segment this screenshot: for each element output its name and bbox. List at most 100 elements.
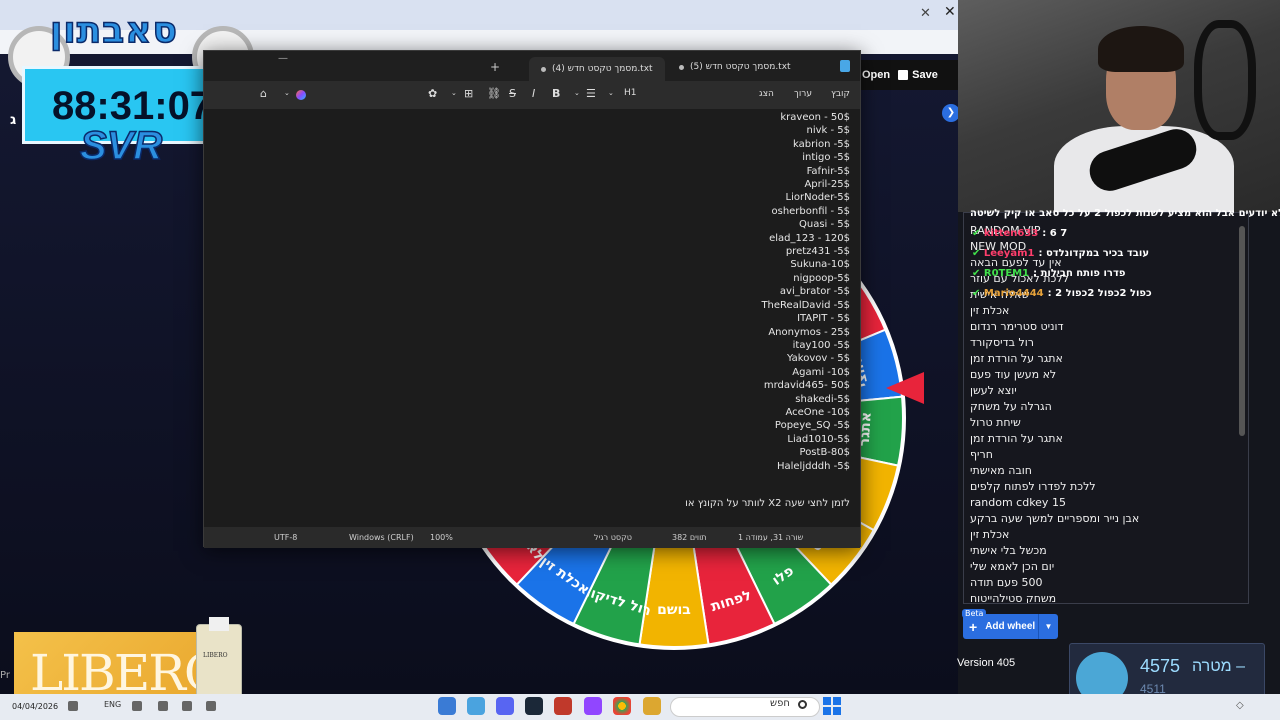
file-explorer-icon[interactable] — [643, 697, 661, 715]
wheel-entry[interactable]: חובה מאישתי — [970, 463, 1139, 479]
wheel-entry[interactable]: מכשל בלי אישתי — [970, 543, 1139, 559]
donation-list: kraveon - 50$ nivk - 5$ kabrion -5$ intigo … — [761, 111, 850, 473]
chat-username: Mario4444 — [983, 288, 1044, 299]
minimize-icon[interactable]: — — [278, 53, 288, 64]
network-icon[interactable] — [158, 701, 168, 711]
wifi-icon[interactable] — [68, 701, 78, 711]
format-clear-icon[interactable]: ✿ — [428, 87, 437, 100]
wheel-entry[interactable]: 500 פעם תודה — [970, 575, 1139, 591]
wheel-entry[interactable]: רול בדיסקורד — [970, 335, 1139, 351]
donation-line: avi_brator -5$ — [779, 286, 850, 298]
goal-label: מטרה – — [1192, 658, 1245, 675]
taskbar-search-placeholder: חפש — [770, 698, 790, 709]
scrollbar[interactable] — [1238, 214, 1246, 600]
wheel-entry[interactable]: ללכת לפדרו לפתוח קלפים — [970, 479, 1139, 495]
donation-line: intigo -5$ — [802, 152, 850, 164]
donation-line: Quasi - 5$ — [798, 219, 850, 231]
status-format: טקסט רגיל — [594, 533, 632, 542]
notepad-tab[interactable]: מסמך טקסט חדש (5).txt — [679, 57, 791, 77]
search-icon — [798, 700, 807, 709]
copilot-icon[interactable] — [296, 90, 306, 100]
wheel-entry[interactable]: דוניט סטרימר רנדום — [970, 319, 1139, 335]
save-icon — [898, 70, 909, 80]
chrome-icon[interactable] — [613, 697, 631, 715]
window-close-icon[interactable]: ✕ — [944, 4, 956, 20]
list-icon[interactable]: ☰ — [586, 87, 596, 100]
donation-line: nivk - 5$ — [806, 125, 850, 137]
bold-icon[interactable]: B — [552, 87, 560, 100]
version-label: Version 405 — [957, 657, 1016, 669]
wheel-topbar: Open Save — [858, 60, 958, 90]
donation-line: April-25$ — [804, 179, 850, 191]
wheel-entry[interactable]: משחק סטילהייטוח — [970, 591, 1139, 603]
notepad-tab-label: מסמך טקסט חדש (4).txt — [552, 64, 653, 74]
discord-icon[interactable] — [496, 697, 514, 715]
chat-text: : עובד בכיר במקדונלדס — [1038, 248, 1149, 259]
language-indicator[interactable]: ENG — [104, 700, 121, 709]
calculator-icon[interactable] — [438, 697, 456, 715]
wheel-entry[interactable]: אכלת זין — [970, 303, 1139, 319]
windows-start-icon[interactable] — [823, 697, 841, 715]
open-button[interactable]: Open — [862, 69, 890, 81]
status-zoom[interactable]: 100% — [430, 533, 453, 542]
notepad-tab-active[interactable]: מסמך טקסט חדש (4).txt — [529, 57, 665, 81]
wheel-entry[interactable]: לא מעשן עוד פעם — [970, 367, 1139, 383]
wheel-entry[interactable]: יום הכן לאמא שלי — [970, 559, 1139, 575]
donation-line: mrdavid465- 50$ — [763, 380, 850, 392]
link-icon[interactable]: ⛓ — [487, 87, 501, 100]
scrollbar-thumb[interactable] — [1239, 226, 1245, 436]
tray-icon[interactable] — [182, 701, 192, 711]
chat-badge-icon: ✔ — [972, 288, 984, 299]
italic-icon[interactable]: I — [532, 87, 535, 100]
notepad-text-area[interactable]: kraveon - 50$ nivk - 5$ kabrion -5$ intigo … — [204, 109, 860, 527]
menu-view[interactable]: הצג — [759, 89, 774, 99]
new-tab-button[interactable]: + — [490, 60, 500, 74]
wheel-entry[interactable]: 15 random cdkey — [970, 495, 1139, 511]
status-line-ending: Windows (CRLF) — [349, 533, 414, 542]
wheel-entry[interactable]: אתגר על הורדת זמן — [970, 431, 1139, 447]
notepad-icon[interactable] — [467, 697, 485, 715]
chevron-down-icon[interactable]: ⌄ — [608, 89, 614, 97]
menu-file[interactable]: קובץ — [831, 89, 850, 99]
streamer-hair — [1098, 26, 1184, 72]
wheel-entry[interactable]: חריף — [970, 447, 1139, 463]
taskbar-date[interactable]: 04/04/2026 — [12, 702, 58, 711]
tab-close-icon[interactable]: ✕ — [920, 6, 931, 21]
chat-username: Leeyam1 — [983, 248, 1035, 259]
wheel-entry[interactable]: אכלת זין — [970, 527, 1139, 543]
tray-icon[interactable] — [206, 701, 216, 711]
taskbar-search-box[interactable] — [670, 697, 820, 717]
chevron-down-icon[interactable]: ▼ — [1038, 614, 1058, 639]
menu-edit[interactable]: ערוך — [794, 89, 812, 99]
chevron-down-icon[interactable]: ⌄ — [451, 89, 457, 97]
heading-dropdown[interactable]: H1 — [624, 88, 637, 98]
wheel-entry[interactable]: הגרלה על משחק — [970, 399, 1139, 415]
save-button[interactable]: Save — [898, 69, 938, 81]
notification-icon[interactable]: ◇ — [1236, 700, 1244, 711]
table-icon[interactable]: ⊞ — [464, 87, 473, 100]
tag-icon[interactable]: ⌂ — [260, 87, 267, 100]
screen: { "browser": { "tab_close_icon": "close-… — [0, 0, 1280, 720]
wheel-entry[interactable]: שיחת טרול — [970, 415, 1139, 431]
donation-line: Anonymos - 25$ — [768, 326, 850, 338]
wheel-entry[interactable]: אתגר על הורדת זמן — [970, 351, 1139, 367]
donation-line: Haleljdddh -5$ — [776, 460, 850, 472]
chat-username: kitten633 — [983, 228, 1039, 239]
strikethrough-icon[interactable]: S — [509, 87, 516, 100]
volume-icon[interactable] — [132, 701, 142, 711]
wheel-entry[interactable]: יוצא לעשן — [970, 383, 1139, 399]
chat-badge-icon: ✔ — [972, 268, 984, 279]
status-position: שורה 31, עמודה 1 — [738, 533, 804, 542]
cut-text: Pr — [0, 670, 10, 681]
unsaved-dot-icon — [679, 64, 684, 70]
steam-icon[interactable] — [525, 697, 543, 715]
chevron-down-icon[interactable]: ⌄ — [284, 89, 290, 97]
chevron-down-icon[interactable]: ⌄ — [574, 89, 580, 97]
wheel-entry[interactable]: אבן נייר ומספריים למשך שעה ברקע — [970, 511, 1139, 527]
chat-text: : כפול 2כפול 2כפול 2 — [1047, 288, 1152, 299]
save-button-label: Save — [912, 69, 938, 81]
side-letter: ג — [10, 112, 17, 128]
app-icon[interactable] — [554, 697, 572, 715]
notepad-status-bar: שורה 31, עמודה 1 382 תווים טקסט רגיל 100… — [204, 527, 860, 548]
twitch-icon[interactable] — [584, 697, 602, 715]
